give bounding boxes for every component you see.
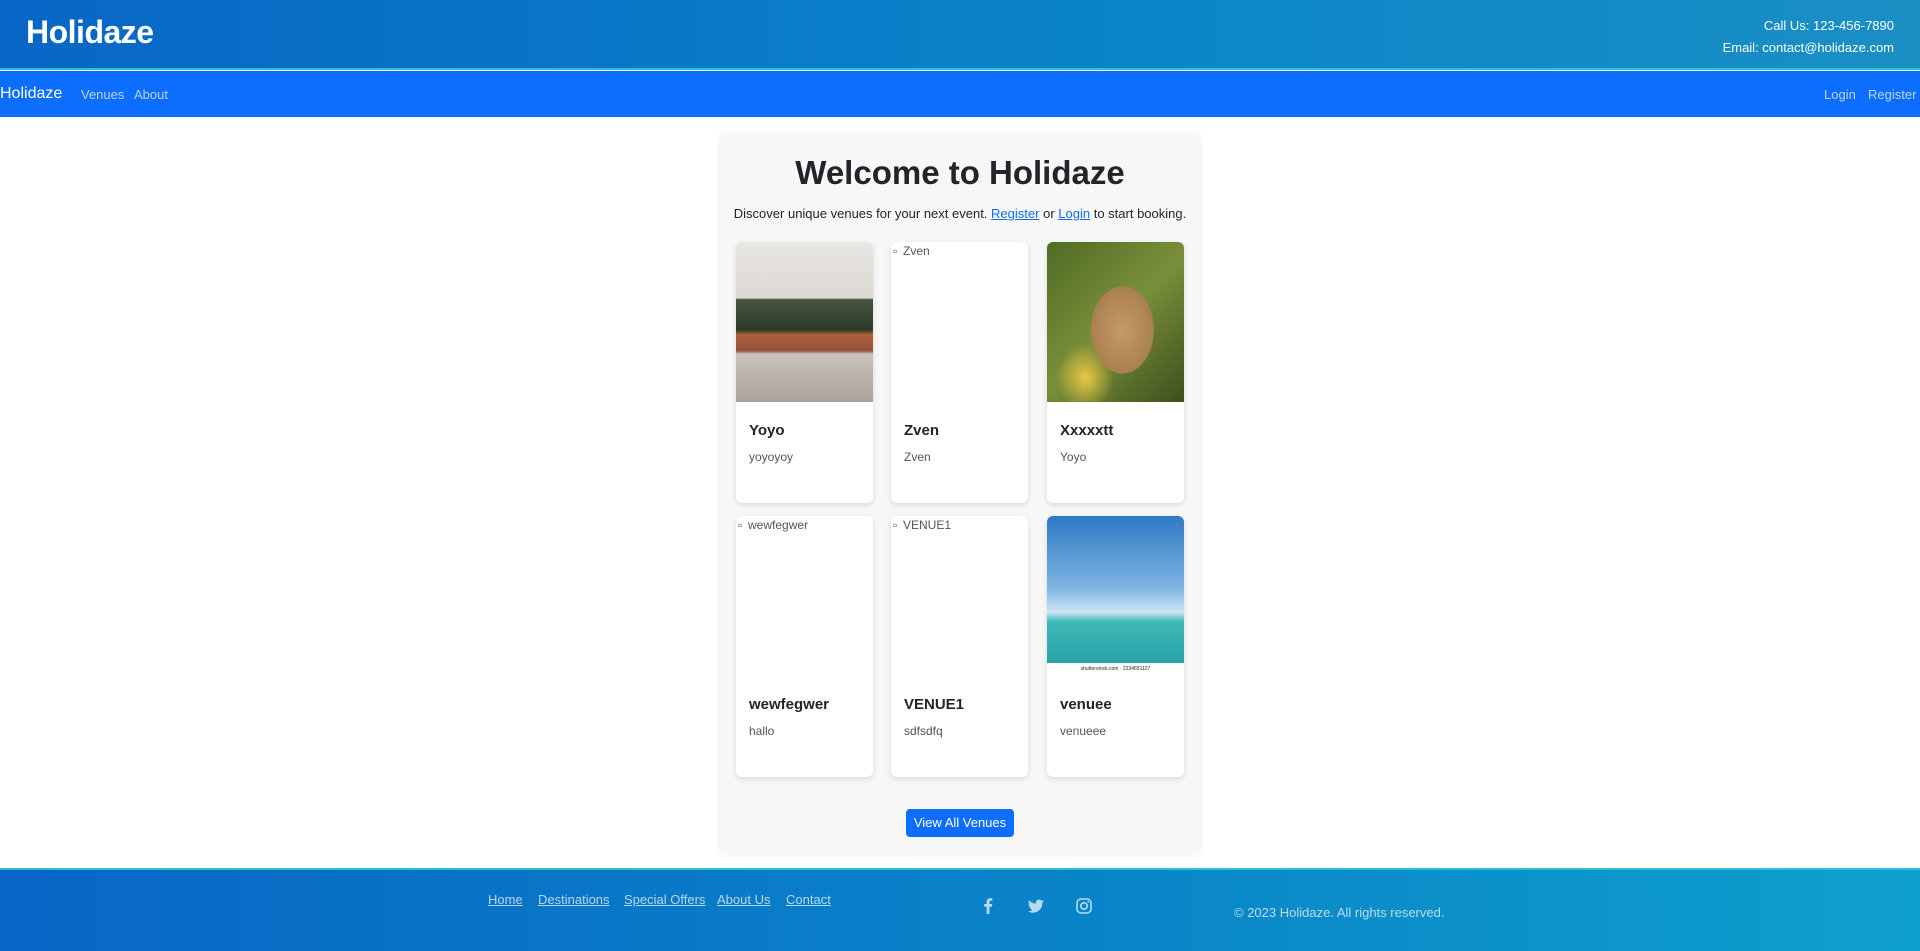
- image-alt-text: VENUE1: [903, 518, 952, 532]
- phone-text: Call Us: 123-456-7890: [1763, 18, 1894, 33]
- nav-login-link[interactable]: Login: [1824, 87, 1856, 102]
- venue-card[interactable]: shutterstock.com · 2234651127 venuee ven…: [1047, 516, 1184, 777]
- welcome-panel: Welcome to Holidaze Discover unique venu…: [719, 134, 1201, 854]
- navbar-brand[interactable]: Holidaze: [0, 85, 62, 103]
- venue-image-broken[interactable]: ▫ VENUE1: [891, 516, 1028, 676]
- contact-info: Call Us: 123-456-7890 Email: contact@hol…: [1723, 15, 1894, 59]
- venue-name[interactable]: venuee: [1060, 696, 1112, 713]
- venue-name[interactable]: Zven: [904, 422, 939, 439]
- email-text: Email: contact@holidaze.com: [1722, 40, 1894, 55]
- nav-link-venues[interactable]: Venues: [81, 87, 124, 102]
- register-link[interactable]: Register: [991, 206, 1039, 221]
- header-logo[interactable]: Holidaze: [26, 14, 154, 51]
- venue-card[interactable]: ▫ Zven Zven Zven: [891, 242, 1028, 503]
- image-alt-text: Zven: [903, 244, 930, 258]
- nav-link-about[interactable]: About: [134, 87, 168, 102]
- venue-card[interactable]: Xxxxxtt Yoyo: [1047, 242, 1184, 503]
- instagram-icon[interactable]: [1074, 896, 1094, 916]
- site-footer: Home Destinations Special Offers About U…: [0, 868, 1920, 951]
- venue-name[interactable]: wewfegwer: [749, 696, 829, 713]
- image-alt-text: wewfegwer: [748, 518, 809, 532]
- broken-image-icon: ▫: [893, 244, 898, 258]
- hero-subtitle: Discover unique venues for your next eve…: [719, 206, 1201, 221]
- venue-card[interactable]: ▫ wewfegwer wewfegwer hallo: [736, 516, 873, 777]
- venue-card[interactable]: ▫ VENUE1 VENUE1 sdfsdfq: [891, 516, 1028, 777]
- broken-image-icon: ▫: [738, 518, 743, 532]
- view-all-venues-button[interactable]: View All Venues: [906, 809, 1014, 837]
- page-title: Welcome to Holidaze: [795, 154, 1125, 191]
- venue-description: Yoyo: [1060, 450, 1087, 464]
- image-credit: shutterstock.com · 2234651127: [1080, 666, 1151, 672]
- footer-link-destinations[interactable]: Destinations: [538, 892, 610, 907]
- site-header: Holidaze Call Us: 123-456-7890 Email: co…: [0, 0, 1920, 70]
- venue-description: venueee: [1060, 724, 1107, 738]
- navbar: Holidaze Venues About Login Register: [0, 71, 1920, 117]
- subtitle-text: Discover unique venues for your next eve…: [733, 206, 988, 221]
- login-link[interactable]: Login: [1058, 206, 1090, 221]
- nav-register-link[interactable]: Register: [1868, 87, 1916, 102]
- venue-name[interactable]: VENUE1: [904, 696, 964, 713]
- subtitle-end-text: to start booking.: [1093, 206, 1187, 221]
- venue-image-broken[interactable]: ▫ Zven: [891, 242, 1028, 402]
- venue-name[interactable]: Yoyo: [749, 422, 785, 439]
- copyright-text: © 2023 Holidaze. All rights reserved.: [1234, 905, 1445, 920]
- broken-image-icon: ▫: [893, 518, 898, 532]
- venue-description: Zven: [904, 450, 931, 464]
- venue-image[interactable]: [736, 242, 873, 402]
- venue-image[interactable]: shutterstock.com · 2234651127: [1047, 516, 1184, 676]
- footer-link-home[interactable]: Home: [488, 892, 523, 907]
- venue-description: hallo: [749, 724, 775, 738]
- venue-description: sdfsdfq: [904, 724, 943, 738]
- venue-image-broken[interactable]: ▫ wewfegwer: [736, 516, 873, 676]
- footer-link-about-us[interactable]: About Us: [717, 892, 770, 907]
- footer-link-special-offers[interactable]: Special Offers: [624, 892, 705, 907]
- venue-description: yoyoyoy: [749, 450, 794, 464]
- venue-card[interactable]: Yoyo yoyoyoy: [736, 242, 873, 503]
- footer-link-contact[interactable]: Contact: [786, 892, 831, 907]
- facebook-icon[interactable]: [978, 896, 998, 916]
- twitter-icon[interactable]: [1026, 896, 1046, 916]
- venue-name[interactable]: Xxxxxtt: [1060, 422, 1113, 439]
- or-text: or: [1043, 206, 1055, 221]
- venue-image[interactable]: [1047, 242, 1184, 402]
